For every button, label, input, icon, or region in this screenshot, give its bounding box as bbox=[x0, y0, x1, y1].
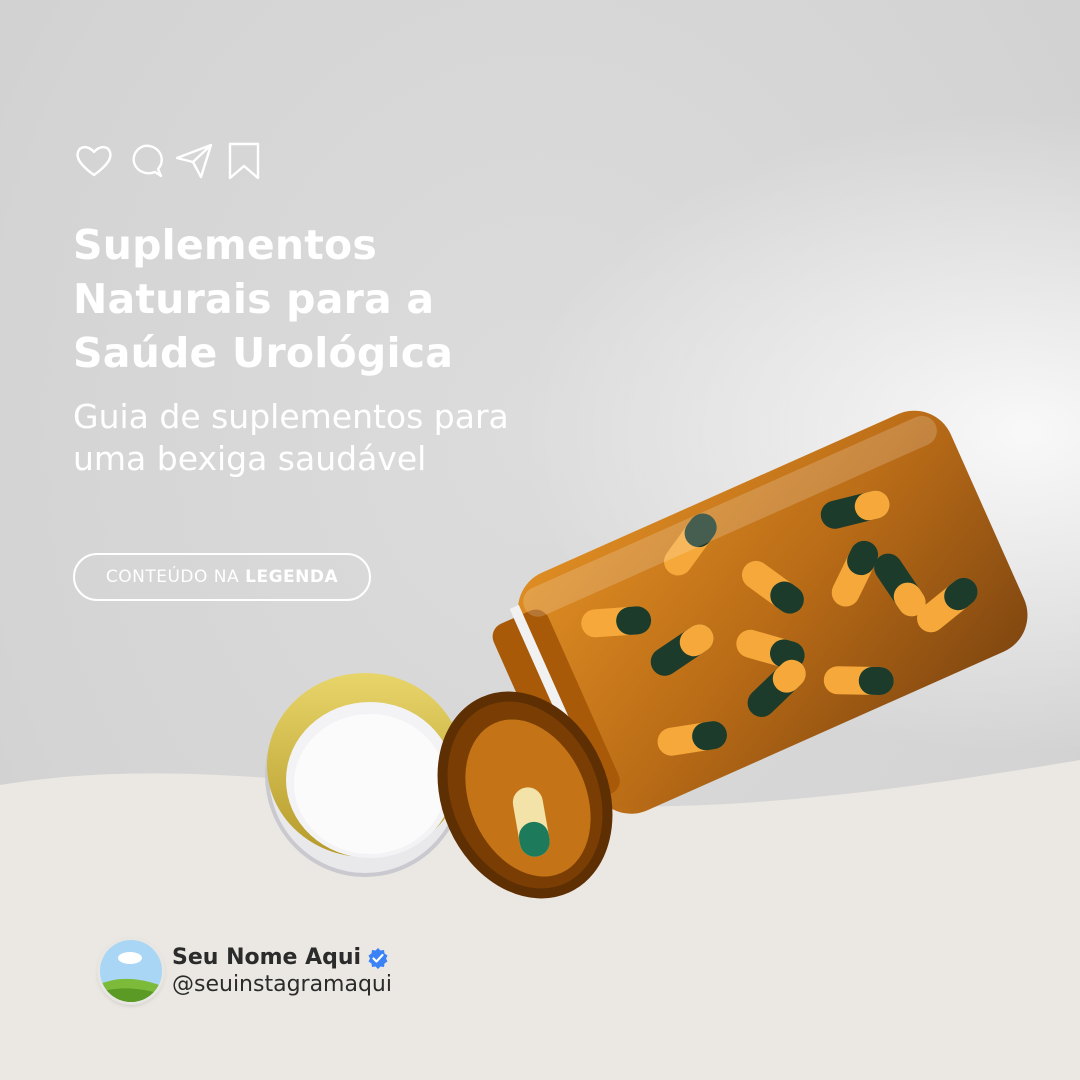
supplement-bottle-image bbox=[265, 410, 1028, 899]
profile-name: Seu Nome Aqui bbox=[172, 945, 362, 970]
send-icon[interactable] bbox=[174, 142, 214, 180]
verified-badge-icon bbox=[368, 947, 388, 969]
bottle-lid bbox=[265, 673, 465, 877]
heart-icon[interactable] bbox=[74, 142, 114, 180]
avatar[interactable] bbox=[100, 940, 162, 1002]
profile-handle: @seuinstagramaqui bbox=[172, 972, 392, 997]
cta-label: CONTEÚDO NA bbox=[105, 567, 240, 587]
bookmark-icon[interactable] bbox=[224, 142, 264, 180]
comment-icon[interactable] bbox=[124, 142, 164, 180]
profile-card: Seu Nome Aqui @seuinstagramaqui bbox=[100, 940, 392, 1002]
post-title: Suplementos Naturais para a Saúde Urológ… bbox=[73, 221, 454, 377]
social-actions bbox=[74, 142, 264, 180]
